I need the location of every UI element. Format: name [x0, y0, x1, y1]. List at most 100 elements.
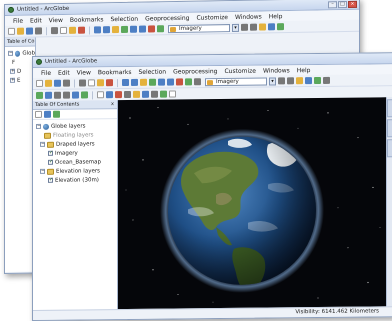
fly-icon[interactable]	[45, 91, 52, 99]
menu-edit[interactable]: Edit	[58, 69, 70, 76]
dropdown-icon[interactable]: ▾	[232, 23, 239, 32]
tool-icon[interactable]	[169, 90, 176, 98]
full-extent-icon[interactable]	[81, 91, 88, 99]
globe-viewport[interactable]	[118, 97, 386, 311]
redo-icon[interactable]	[103, 26, 110, 34]
delete-icon[interactable]	[78, 26, 85, 34]
back-imagery-combo[interactable]: Imagery	[168, 23, 230, 33]
save-icon[interactable]	[54, 79, 61, 87]
list-by-source-icon[interactable]	[44, 110, 51, 118]
tool-icon[interactable]	[323, 76, 330, 84]
add-data-icon[interactable]	[140, 78, 147, 86]
navigate-icon[interactable]	[36, 91, 43, 99]
collapse-icon[interactable]: −	[40, 141, 45, 147]
side-tab[interactable]	[387, 119, 392, 138]
paste-icon[interactable]	[69, 26, 76, 34]
maximize-icon[interactable]: □	[338, 0, 347, 8]
tool-icon[interactable]	[314, 76, 321, 85]
menu-bookmarks[interactable]: Bookmarks	[70, 16, 104, 24]
toc-close-icon[interactable]: x	[111, 100, 117, 108]
tool-icon[interactable]	[287, 77, 294, 85]
print-icon[interactable]	[63, 79, 70, 87]
tool-icon[interactable]	[151, 90, 158, 98]
menu-windows[interactable]: Windows	[235, 13, 262, 20]
cut-icon[interactable]	[51, 27, 58, 35]
tool-icon[interactable]	[194, 78, 201, 86]
open-icon[interactable]	[17, 27, 24, 35]
menu-customize[interactable]: Customize	[224, 67, 256, 74]
select-icon[interactable]	[97, 91, 104, 99]
visibility-checkbox[interactable]: ✓	[48, 177, 53, 183]
add-data-icon[interactable]	[112, 25, 119, 34]
menu-selection[interactable]: Selection	[138, 68, 166, 75]
menu-selection[interactable]: Selection	[110, 15, 138, 22]
collapse-icon[interactable]: −	[40, 168, 45, 174]
navigate-icon[interactable]	[149, 78, 156, 86]
menu-view[interactable]: View	[77, 69, 91, 76]
new-icon[interactable]	[36, 79, 43, 87]
hyperlink-icon[interactable]	[133, 90, 140, 98]
close-icon[interactable]: ×	[348, 0, 357, 8]
table-icon[interactable]	[158, 78, 165, 86]
copy-icon[interactable]	[88, 79, 95, 87]
tool-icon[interactable]	[241, 23, 248, 31]
front-arcglobe-window[interactable]: Untitled - ArcGlobe File Edit View Bookm…	[32, 52, 392, 321]
tool-icon[interactable]	[277, 23, 284, 31]
tool-icon[interactable]	[296, 77, 303, 85]
delete-icon[interactable]	[106, 79, 113, 87]
pan-icon[interactable]	[72, 91, 79, 99]
zoom-out-icon[interactable]	[63, 91, 70, 99]
navigate-icon[interactable]	[121, 25, 128, 33]
menu-file[interactable]: File	[41, 69, 51, 76]
dropdown-icon[interactable]: ▾	[269, 76, 276, 86]
visibility-checkbox[interactable]: ✓	[48, 150, 53, 156]
front-imagery-combo[interactable]: Imagery	[205, 77, 267, 86]
new-icon[interactable]	[8, 27, 15, 35]
identify-icon[interactable]	[106, 91, 113, 99]
arc-toolbox-icon[interactable]	[157, 25, 164, 33]
menu-view[interactable]: View	[49, 16, 63, 23]
visibility-checkbox[interactable]: ✓	[48, 159, 53, 165]
menu-bookmarks[interactable]: Bookmarks	[98, 68, 132, 75]
undo-icon[interactable]	[94, 26, 101, 34]
collapse-icon[interactable]: −	[36, 123, 41, 129]
catalog-icon[interactable]	[176, 78, 183, 86]
menu-windows[interactable]: Windows	[263, 67, 290, 74]
tool-icon[interactable]	[305, 77, 312, 85]
tree-node-elevation-30m[interactable]: ✓ Elevation (30m)	[36, 175, 117, 185]
side-tab[interactable]	[387, 139, 392, 158]
layout-icon[interactable]	[139, 25, 146, 33]
redo-icon[interactable]	[131, 78, 138, 86]
list-by-type-icon[interactable]	[53, 110, 60, 118]
catalog-icon[interactable]	[148, 25, 155, 33]
menu-geoprocessing[interactable]: Geoprocessing	[145, 14, 189, 22]
open-icon[interactable]	[45, 79, 52, 87]
tool-icon[interactable]	[278, 77, 285, 85]
list-by-drawing-order-icon[interactable]	[35, 110, 42, 118]
save-icon[interactable]	[26, 27, 33, 35]
menu-geoprocessing[interactable]: Geoprocessing	[173, 68, 217, 75]
copy-icon[interactable]	[60, 26, 67, 35]
menu-edit[interactable]: Edit	[30, 17, 42, 24]
menu-help[interactable]: Help	[269, 13, 283, 20]
tool-icon[interactable]	[259, 23, 266, 31]
menu-customize[interactable]: Customize	[196, 14, 228, 22]
tool-icon[interactable]	[250, 23, 257, 31]
zoom-in-icon[interactable]	[54, 91, 61, 99]
find-icon[interactable]	[115, 91, 122, 99]
cut-icon[interactable]	[79, 79, 86, 87]
paste-icon[interactable]	[97, 79, 104, 87]
globe-icon[interactable]	[142, 90, 149, 98]
arc-toolbox-icon[interactable]	[185, 78, 192, 86]
tool-icon[interactable]	[268, 23, 275, 31]
menu-file[interactable]: File	[13, 17, 23, 24]
undo-icon[interactable]	[122, 78, 129, 87]
menu-help[interactable]: Help	[297, 67, 311, 74]
tool-icon[interactable]	[160, 90, 167, 98]
minimize-icon[interactable]: –	[328, 0, 337, 8]
layout-icon[interactable]	[167, 78, 174, 86]
measure-icon[interactable]	[124, 90, 131, 99]
side-tab[interactable]	[387, 99, 392, 118]
print-icon[interactable]	[35, 27, 42, 35]
table-icon[interactable]	[130, 25, 137, 33]
